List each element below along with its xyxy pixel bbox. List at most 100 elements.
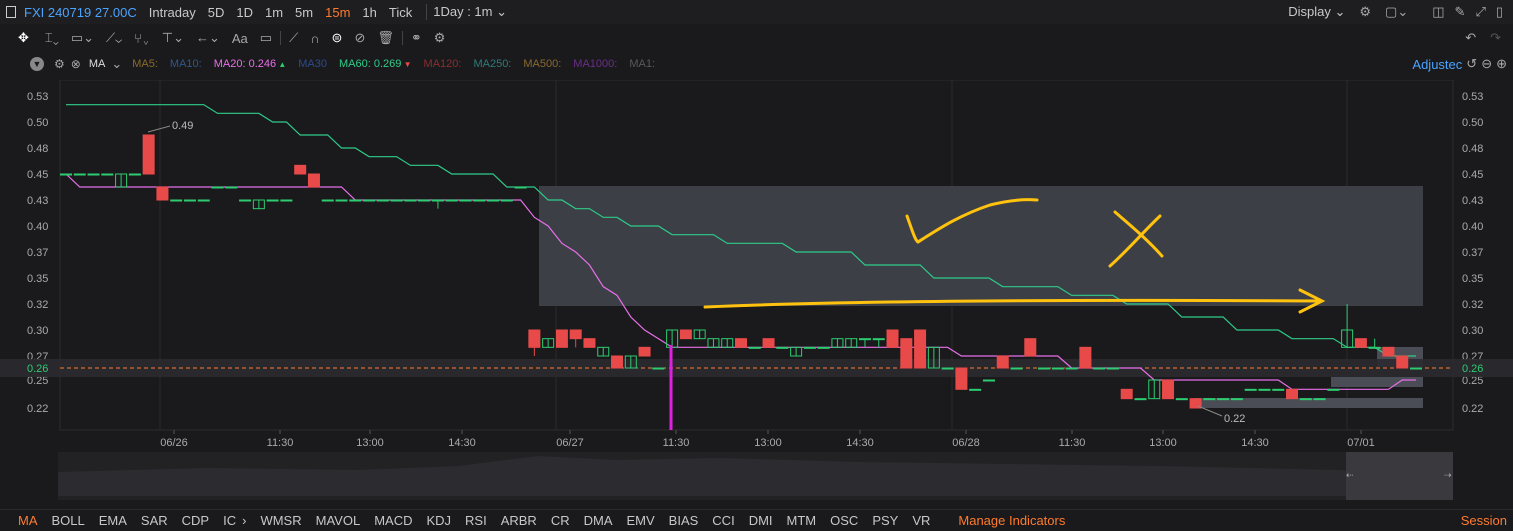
indicator-tab-arbr[interactable]: ARBR — [501, 513, 537, 528]
display-menu[interactable]: Display ⌄ — [1288, 4, 1345, 20]
top-bar: FXI 240719 27.00C Intraday 5D 1D 1m 5m 15m 1h T… — [0, 0, 1513, 24]
y-tick-label-left: 0.43 — [27, 195, 48, 207]
navigator-window[interactable] — [1346, 452, 1453, 500]
candle-body — [735, 338, 747, 348]
indicator-tab-boll[interactable]: BOLL — [52, 513, 85, 528]
indicator-tab-wmsr[interactable]: WMSR — [260, 513, 301, 528]
sync-icon[interactable]: ⊜ — [332, 30, 343, 46]
candle-body — [363, 199, 376, 202]
cursor-icon[interactable]: ⌶⌄ — [45, 30, 59, 46]
edit-icon[interactable]: ✎ — [1455, 4, 1466, 20]
indicator-tab-cci[interactable]: CCI — [712, 513, 734, 528]
tool-settings-icon[interactable]: ⚙ — [434, 30, 446, 46]
text-tool-icon[interactable]: Aa — [232, 31, 248, 46]
session-button[interactable]: Session — [1461, 513, 1507, 528]
highlight-zone[interactable] — [539, 186, 1423, 306]
indicator-settings-icon[interactable]: ⚙ — [54, 57, 65, 71]
redo-icon[interactable]: ↷ — [1490, 30, 1501, 46]
ruler-icon[interactable]: ⟋ — [289, 30, 298, 46]
indicator-tab-ma[interactable]: MA — [18, 513, 38, 528]
settings-icon[interactable]: ⚙ — [1359, 4, 1371, 20]
range-navigator[interactable]: ⇠ ⇢ — [58, 452, 1453, 500]
ma-item-2: MA20: 0.246 ▲ — [214, 58, 287, 70]
indicator-tab-vr[interactable]: VR — [912, 513, 930, 528]
indicator-tab-kdj[interactable]: KDJ — [426, 513, 451, 528]
timeframe-1d[interactable]: 1D — [236, 5, 253, 20]
reset-icon[interactable]: ↺ — [1466, 56, 1477, 72]
price-chart[interactable]: 0.53 0.53 0.50 0.50 0.48 0.48 0.45 0.45 0.43 0.43… — [0, 80, 1513, 452]
fullscreen-icon[interactable]: ⤢ — [1475, 4, 1485, 20]
indicator-tab-cdp[interactable]: CDP — [182, 513, 209, 528]
zoom-in-icon[interactable]: ⊕ — [1496, 56, 1507, 72]
timeframe-5d[interactable]: 5D — [208, 5, 225, 20]
indicator-tab-sar[interactable]: SAR — [141, 513, 168, 528]
ma-label: MA500: — [523, 58, 562, 70]
chevron-right-icon[interactable]: › — [242, 513, 246, 528]
y-tick-label-right: 0.40 — [1462, 221, 1483, 233]
candle-body — [60, 173, 72, 176]
link-icon[interactable]: ⚭ — [411, 30, 422, 46]
camera-icon[interactable]: ◫ — [1432, 4, 1444, 20]
timeframe-15m[interactable]: 15m — [325, 5, 350, 20]
indicator-tab-ic[interactable]: IC — [223, 513, 236, 528]
indicator-tab-macd[interactable]: MACD — [374, 513, 412, 528]
comment-tool-icon[interactable]: ▭ — [260, 30, 272, 46]
timeframe-intraday[interactable]: Intraday — [149, 5, 196, 20]
ma-label: MA60: — [339, 58, 371, 70]
highlight-box[interactable] — [1331, 377, 1423, 387]
y-tick-label-left: 0.50 — [27, 117, 48, 129]
undo-icon[interactable]: ↶ — [1465, 30, 1476, 46]
period-select[interactable]: 1Day : 1m ⌄ — [426, 4, 507, 20]
candle-body — [1038, 367, 1051, 370]
y-tick-label-right: 0.50 — [1462, 117, 1483, 129]
fib-tool-icon[interactable]: ⊤⌄ — [162, 30, 184, 46]
candle-body — [569, 329, 582, 340]
candle-body — [1106, 367, 1119, 370]
magnet-icon[interactable]: ∩ — [310, 31, 319, 46]
layout-icon[interactable]: ▢⌄ — [1385, 4, 1408, 20]
ma-item-7: MA500: — [523, 58, 561, 70]
indicator-tab-ema[interactable]: EMA — [99, 513, 127, 528]
adjusted-label[interactable]: Adjustec — [1412, 57, 1462, 72]
indicator-tab-dma[interactable]: DMA — [584, 513, 613, 528]
indicator-tab-dmi[interactable]: DMI — [749, 513, 773, 528]
sidebar-toggle-icon[interactable] — [6, 6, 16, 18]
indicator-type-chevron-icon[interactable]: ⌄ — [111, 56, 122, 72]
zoom-out-icon[interactable]: ⊖ — [1481, 56, 1492, 72]
indicator-tab-psy[interactable]: PSY — [872, 513, 898, 528]
y-tick-label-left: 0.37 — [27, 247, 48, 259]
hide-icon[interactable]: ⊘ — [354, 30, 365, 46]
ma-label: MA5: — [132, 58, 158, 70]
timeframe-1h[interactable]: 1h — [362, 5, 376, 20]
indicator-tab-cr[interactable]: CR — [551, 513, 570, 528]
timeframe-1m[interactable]: 1m — [265, 5, 283, 20]
symbol-title[interactable]: FXI 240719 27.00C — [24, 5, 137, 20]
ma-label: MA250: — [473, 58, 512, 70]
navigator-left-handle-icon[interactable]: ⇠ — [1346, 470, 1354, 481]
trend-tool-icon[interactable]: ⟋⌄ — [106, 30, 122, 46]
timeframe-5m[interactable]: 5m — [295, 5, 313, 20]
candle-body — [459, 199, 472, 202]
rectangle-tool-icon[interactable]: ▭⌄ — [71, 30, 94, 46]
candle-body — [211, 186, 224, 189]
indicator-tab-rsi[interactable]: RSI — [465, 513, 487, 528]
y-tick-label-left: 0.35 — [27, 273, 48, 285]
timeframe-tick[interactable]: Tick — [389, 5, 412, 20]
arrow-tool-icon[interactable]: ←⌄ — [196, 30, 220, 46]
indicator-close-icon[interactable]: ⊗ — [71, 57, 81, 71]
candle-body — [914, 329, 927, 369]
indicator-tab-mavol[interactable]: MAVOL — [316, 513, 361, 528]
candle-body — [156, 186, 169, 201]
navigator-right-handle-icon[interactable]: ⇢ — [1444, 470, 1452, 481]
delete-icon[interactable]: 🗑 — [377, 30, 394, 46]
indicator-tab-mtm[interactable]: MTM — [787, 513, 817, 528]
move-icon[interactable]: ✥ — [18, 30, 29, 46]
collapse-icon[interactable]: ▼ — [30, 57, 44, 71]
fork-tool-icon[interactable]: ⑂⌄ — [134, 31, 150, 46]
indicator-type[interactable]: MA — [89, 58, 106, 70]
indicator-tab-bias[interactable]: BIAS — [669, 513, 699, 528]
indicator-tab-osc[interactable]: OSC — [830, 513, 858, 528]
indicator-tab-emv[interactable]: EMV — [627, 513, 655, 528]
panel-toggle-icon[interactable]: ▯ — [1496, 4, 1503, 20]
manage-indicators-button[interactable]: Manage Indicators — [958, 513, 1065, 528]
